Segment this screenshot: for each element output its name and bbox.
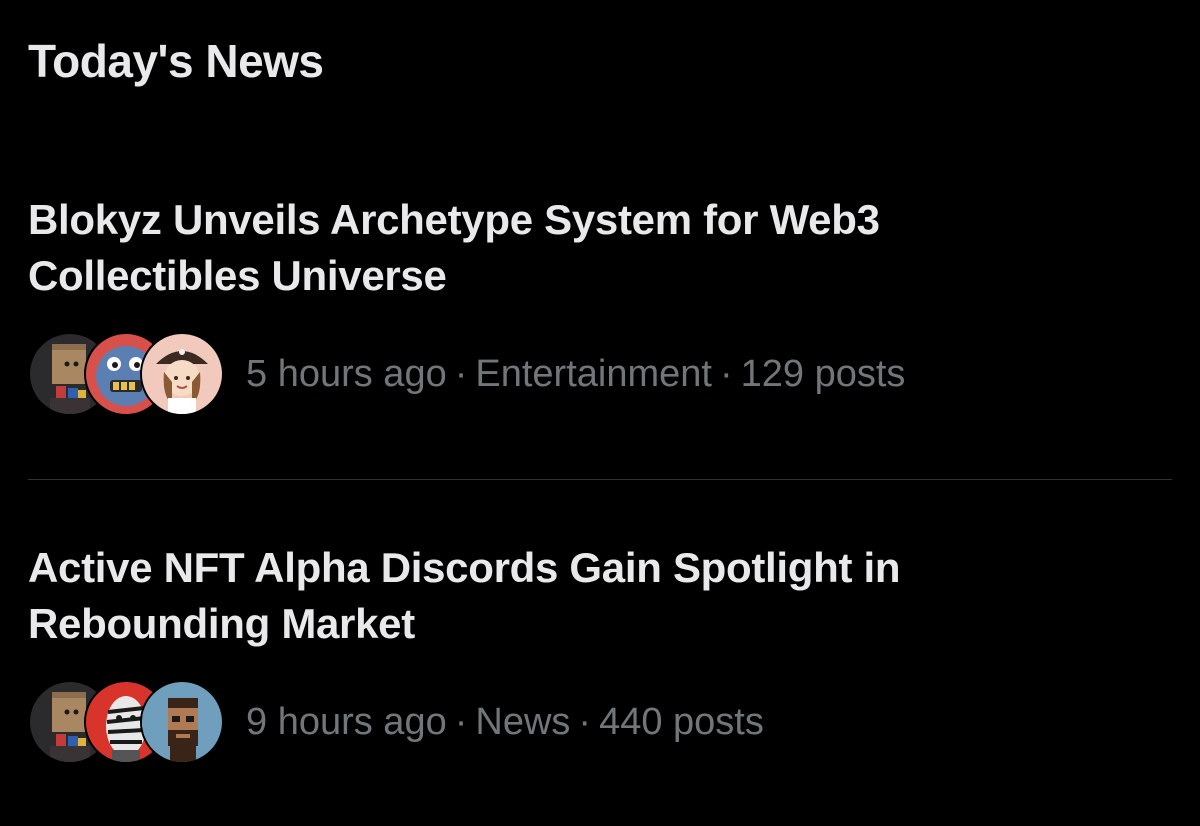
news-meta: 9 hours ago · News · 440 posts <box>246 698 764 746</box>
avatar-stack <box>28 680 224 764</box>
meta-separator: · <box>454 701 468 743</box>
news-item[interactable]: Blokyz Unveils Archetype System for Web3… <box>28 192 1172 416</box>
meta-separator: · <box>578 701 592 743</box>
news-meta-row: 9 hours ago · News · 440 posts <box>28 680 764 764</box>
pixel-punk-avatar <box>140 680 224 764</box>
news-post-count: 129 posts <box>740 353 906 395</box>
news-category: News <box>475 701 571 743</box>
news-category: Entertainment <box>475 353 712 395</box>
news-meta: 5 hours ago · Entertainment · 129 posts <box>246 350 905 398</box>
news-time: 9 hours ago <box>246 701 447 743</box>
meta-separator: · <box>719 353 733 395</box>
meta-separator: · <box>454 353 468 395</box>
news-item[interactable]: Active NFT Alpha Discords Gain Spotlight… <box>28 540 1172 764</box>
pirate-girl-avatar <box>140 332 224 416</box>
news-headline: Blokyz Unveils Archetype System for Web3… <box>28 196 880 299</box>
news-post-count: 440 posts <box>599 701 764 743</box>
divider <box>28 479 1172 480</box>
news-headline: Active NFT Alpha Discords Gain Spotlight… <box>28 544 901 647</box>
avatar-stack <box>28 332 224 416</box>
news-meta-row: 5 hours ago · Entertainment · 129 posts <box>28 332 905 416</box>
news-time: 5 hours ago <box>246 353 447 395</box>
section-title: Today's News <box>28 35 324 87</box>
